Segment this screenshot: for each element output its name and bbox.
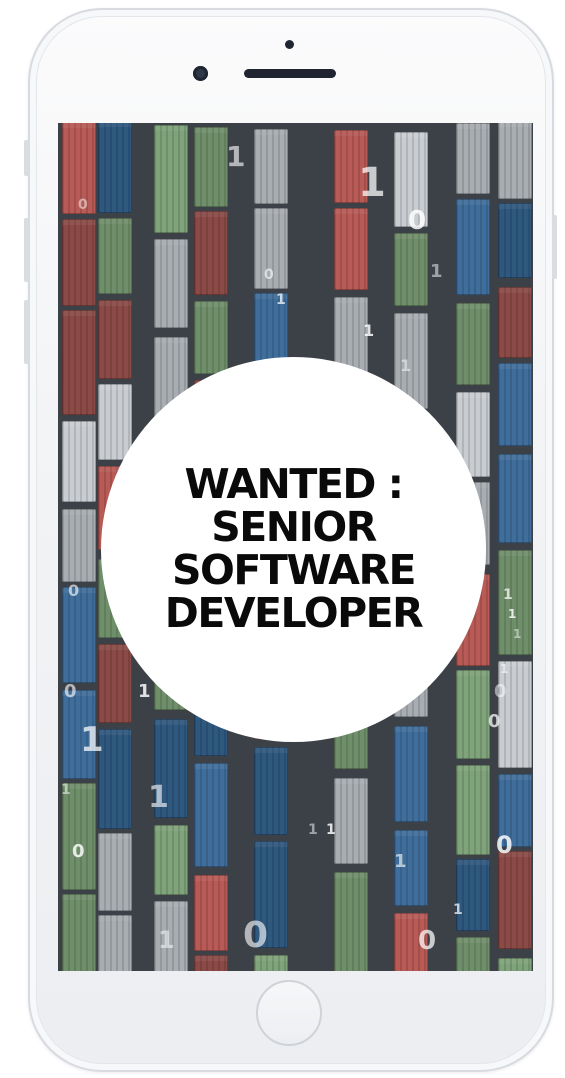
shipping-container bbox=[394, 233, 428, 306]
shipping-container bbox=[98, 300, 132, 379]
shipping-container bbox=[498, 363, 532, 446]
shipping-container bbox=[154, 825, 188, 895]
shipping-container bbox=[334, 872, 368, 971]
shipping-container bbox=[498, 203, 532, 278]
home-button[interactable] bbox=[256, 980, 322, 1046]
binary-digit: 1 bbox=[500, 662, 509, 676]
binary-digit: 1 bbox=[80, 720, 104, 760]
headline-line-2: SENIOR bbox=[211, 502, 377, 551]
binary-digit: 1 bbox=[138, 681, 151, 702]
shipping-container bbox=[194, 955, 228, 971]
binary-digit: 1 bbox=[363, 321, 375, 340]
binary-digit: 0 bbox=[72, 841, 85, 862]
binary-digit: 1 bbox=[226, 140, 246, 173]
headline-line-4: DEVELOPER bbox=[164, 588, 424, 637]
binary-digit: 0 bbox=[418, 926, 437, 956]
shipping-container bbox=[62, 219, 96, 306]
shipping-container bbox=[498, 287, 532, 358]
shipping-container bbox=[98, 123, 132, 213]
phone-screen[interactable]: 011010111011101111001100101101 WANTED : … bbox=[58, 123, 533, 971]
shipping-container bbox=[456, 670, 490, 759]
binary-digit: 0 bbox=[264, 267, 274, 283]
shipping-container bbox=[62, 783, 96, 890]
shipping-container bbox=[62, 894, 96, 971]
binary-digit: 1 bbox=[61, 782, 71, 798]
shipping-container bbox=[394, 726, 428, 822]
binary-digit: 0 bbox=[408, 206, 427, 236]
binary-digit: 0 bbox=[243, 915, 269, 956]
shipping-container bbox=[98, 833, 132, 911]
binary-digit: 1 bbox=[308, 822, 318, 838]
shipping-container bbox=[456, 765, 490, 855]
headline: WANTED : SENIOR SOFTWARE DEVELOPER bbox=[164, 459, 424, 637]
shipping-container bbox=[498, 851, 532, 949]
shipping-container bbox=[62, 587, 96, 683]
binary-digit: 0 bbox=[494, 681, 507, 702]
shipping-container bbox=[498, 958, 532, 971]
headline-line-1: WANTED : bbox=[184, 459, 404, 508]
shipping-container bbox=[194, 127, 228, 207]
binary-digit: 0 bbox=[496, 831, 513, 859]
binary-digit: 1 bbox=[394, 851, 407, 872]
shipping-container bbox=[254, 747, 288, 835]
headline-circle: WANTED : SENIOR SOFTWARE DEVELOPER bbox=[101, 357, 486, 742]
shipping-container bbox=[456, 199, 490, 295]
shipping-container bbox=[98, 915, 132, 971]
shipping-container bbox=[154, 125, 188, 233]
mute-switch[interactable] bbox=[24, 140, 29, 176]
headline-line-3: SOFTWARE bbox=[171, 545, 417, 594]
shipping-container bbox=[154, 239, 188, 328]
shipping-container bbox=[98, 218, 132, 294]
power-button[interactable] bbox=[552, 215, 557, 279]
shipping-container bbox=[254, 129, 288, 204]
binary-digit: 1 bbox=[453, 902, 463, 918]
shipping-container bbox=[498, 123, 532, 199]
binary-digit: 0 bbox=[64, 681, 77, 702]
shipping-container bbox=[456, 859, 490, 931]
shipping-container bbox=[62, 509, 96, 582]
shipping-container bbox=[498, 661, 532, 768]
binary-digit: 1 bbox=[508, 607, 517, 621]
binary-digit: 1 bbox=[430, 261, 443, 282]
speaker-grille-icon bbox=[244, 69, 336, 78]
binary-digit: 1 bbox=[148, 780, 169, 815]
shipping-container bbox=[62, 421, 96, 502]
shipping-container bbox=[98, 644, 132, 723]
shipping-container bbox=[456, 123, 490, 194]
shipping-container bbox=[334, 208, 368, 290]
front-camera-icon bbox=[193, 66, 208, 81]
binary-digit: 1 bbox=[276, 292, 286, 308]
binary-digit: 0 bbox=[488, 711, 501, 732]
shipping-container bbox=[254, 955, 288, 971]
binary-digit: 1 bbox=[513, 627, 522, 641]
proximity-sensor-icon bbox=[285, 40, 294, 49]
shipping-container bbox=[456, 937, 490, 971]
binary-digit: 0 bbox=[78, 197, 88, 213]
shipping-container bbox=[498, 454, 532, 543]
shipping-container bbox=[334, 778, 368, 864]
binary-digit: 1 bbox=[400, 356, 412, 375]
shipping-container bbox=[194, 763, 228, 867]
volume-up-button[interactable] bbox=[24, 218, 29, 282]
binary-digit: 1 bbox=[158, 926, 175, 954]
binary-digit: 1 bbox=[503, 587, 513, 603]
volume-down-button[interactable] bbox=[24, 300, 29, 364]
shipping-container bbox=[62, 310, 96, 415]
shipping-container bbox=[194, 301, 228, 374]
binary-digit: 1 bbox=[326, 822, 336, 838]
shipping-container bbox=[194, 875, 228, 951]
binary-digit: 1 bbox=[358, 160, 386, 206]
binary-digit: 0 bbox=[68, 581, 80, 600]
shipping-container bbox=[98, 384, 132, 460]
shipping-container bbox=[456, 303, 490, 385]
shipping-container bbox=[194, 211, 228, 295]
